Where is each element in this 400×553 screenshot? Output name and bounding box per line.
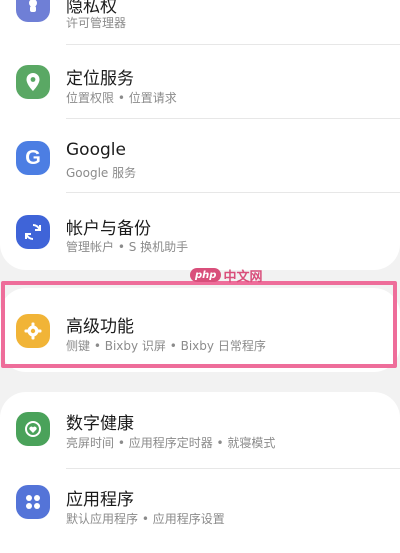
- apps-subtitle: 默认应用程序 • 应用程序设置: [66, 512, 225, 526]
- settings-item-apps[interactable]: 应用程序 默认应用程序 • 应用程序设置: [0, 468, 400, 548]
- privacy-icon: [16, 0, 50, 22]
- location-icon: [16, 65, 50, 99]
- watermark: php 中文网: [190, 265, 262, 285]
- location-title: 定位服务: [66, 69, 134, 89]
- wellbeing-icon: [16, 412, 50, 446]
- digital-wellbeing-subtitle: 亮屏时间 • 应用程序定时器 • 就寝模式: [66, 436, 276, 450]
- advanced-features-subtitle: 侧键 • Bixby 识屏 • Bixby 日常程序: [66, 339, 266, 353]
- digital-wellbeing-title: 数字健康: [66, 414, 134, 434]
- watermark-text: 中文网: [223, 269, 263, 285]
- settings-item-advanced-features[interactable]: 高级功能 侧键 • Bixby 识屏 • Bixby 日常程序: [0, 290, 400, 370]
- watermark-logo: php: [190, 268, 222, 282]
- privacy-subtitle: 许可管理器: [66, 16, 127, 30]
- advanced-features-title: 高级功能: [66, 317, 134, 337]
- location-subtitle: 位置权限 • 位置请求: [66, 91, 177, 105]
- google-subtitle: Google 服务: [66, 166, 137, 180]
- apps-title: 应用程序: [66, 490, 134, 510]
- settings-item-digital-wellbeing[interactable]: 数字健康 亮屏时间 • 应用程序定时器 • 就寝模式: [0, 392, 400, 470]
- settings-item-google[interactable]: G Google Google 服务: [0, 118, 400, 192]
- google-icon: G: [16, 141, 50, 175]
- google-title: Google: [66, 140, 126, 160]
- settings-item-accounts-backup[interactable]: 帐户与备份 管理帐户 • S 换机助手: [0, 192, 400, 266]
- settings-item-location[interactable]: 定位服务 位置权限 • 位置请求: [0, 44, 400, 118]
- settings-item-privacy[interactable]: 隐私权 许可管理器: [0, 0, 400, 40]
- sync-icon: [16, 215, 50, 249]
- gear-icon: [16, 314, 50, 348]
- accounts-backup-subtitle: 管理帐户 • S 换机助手: [66, 240, 189, 254]
- accounts-backup-title: 帐户与备份: [66, 219, 151, 239]
- apps-icon: [16, 485, 50, 519]
